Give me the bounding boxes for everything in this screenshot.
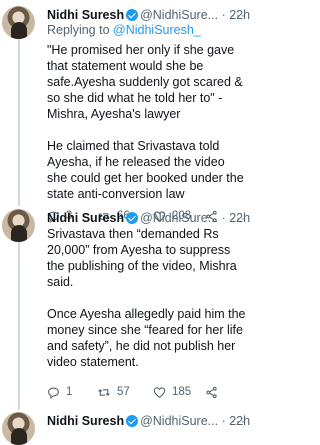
tweet-paragraph: "He promised her only if she gave that s… xyxy=(47,43,243,121)
tweet-header: Nidhi Suresh @NidhiSure... · 22h ··· xyxy=(47,412,250,430)
replying-to: Replying to @NidhiSuresh_ xyxy=(47,22,201,38)
tweet[interactable]: Nidhi Suresh @NidhiSure... · 22h ··· Repl… xyxy=(0,6,250,226)
tweet-paragraph: He claimed that Srivastava told Ayesha, … xyxy=(47,139,244,201)
reply-button[interactable]: 1 xyxy=(47,383,72,401)
like-count: 185 xyxy=(172,386,192,398)
retweet-icon xyxy=(98,388,110,396)
separator-dot: · xyxy=(221,8,226,22)
share-button[interactable] xyxy=(205,383,218,401)
author-name[interactable]: Nidhi Suresh xyxy=(47,8,124,22)
author-handle[interactable]: @NidhiSure... xyxy=(140,414,218,428)
tweet-header: Nidhi Suresh @NidhiSure... · 22h ··· xyxy=(47,209,250,227)
more-icon[interactable]: ··· xyxy=(231,209,246,227)
author-handle[interactable]: @NidhiSure... xyxy=(140,8,218,22)
separator-dot: · xyxy=(221,414,226,428)
avatar[interactable] xyxy=(2,412,35,445)
verified-badge-icon xyxy=(126,415,139,427)
like-button[interactable]: 185 xyxy=(153,383,191,401)
replying-to-label: Replying to xyxy=(47,23,114,37)
avatar[interactable] xyxy=(2,209,35,242)
tweet[interactable]: Nidhi Suresh @NidhiSure... · 22h ··· xyxy=(0,412,250,445)
author-handle[interactable]: @NidhiSure... xyxy=(140,211,218,225)
heart-icon xyxy=(153,386,166,398)
separator-dot: · xyxy=(221,211,226,225)
retweet-count: 57 xyxy=(117,386,130,398)
verified-badge-icon xyxy=(126,212,139,224)
avatar[interactable] xyxy=(2,6,35,39)
reply-count: 1 xyxy=(66,386,73,398)
tweet-text: Srivastava then “demanded Rs 20,000” fro… xyxy=(47,226,247,370)
tweet-paragraph: Srivastava then “demanded Rs 20,000” fro… xyxy=(47,227,237,289)
replying-to-link[interactable]: @NidhiSuresh_ xyxy=(113,23,201,37)
tweet-actions: 1 57 185 xyxy=(47,383,237,401)
tweet-paragraph: Once Ayesha allegedly paid him the money… xyxy=(47,307,246,369)
more-icon[interactable]: ··· xyxy=(231,6,246,24)
tweet-text: "He promised her only if she gave that s… xyxy=(47,42,247,202)
tweet[interactable]: Nidhi Suresh @NidhiSure... · 22h ··· Sriv… xyxy=(0,209,250,404)
retweet-button[interactable]: 57 xyxy=(97,383,130,401)
share-icon xyxy=(206,386,217,398)
author-name[interactable]: Nidhi Suresh xyxy=(47,211,124,225)
verified-badge-icon xyxy=(126,9,139,21)
more-icon[interactable]: ··· xyxy=(231,412,246,430)
author-name[interactable]: Nidhi Suresh xyxy=(47,414,124,428)
reply-icon xyxy=(48,387,59,399)
